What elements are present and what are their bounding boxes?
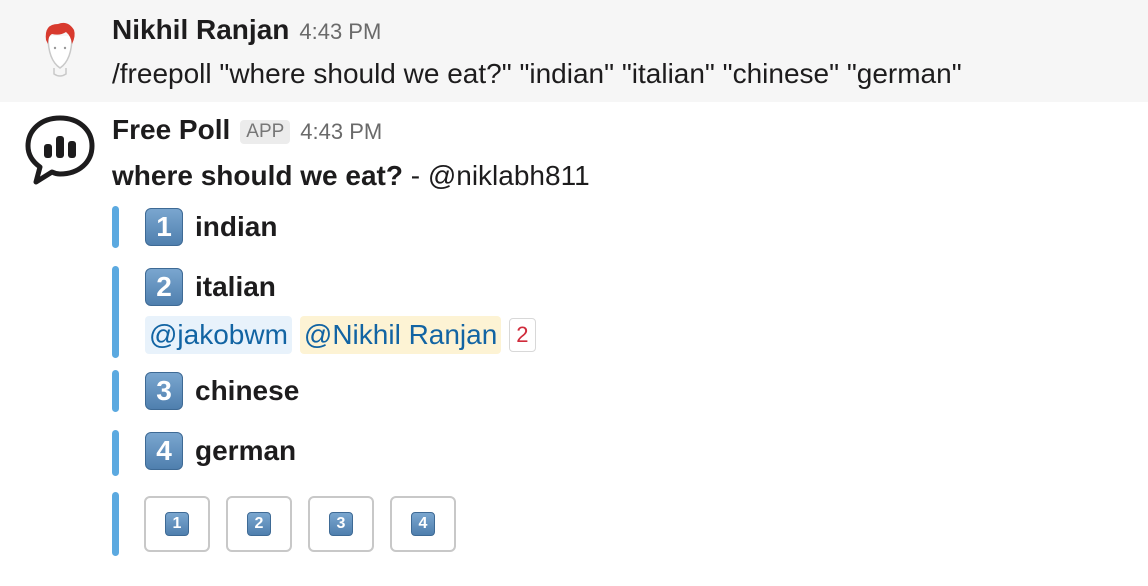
keycap-4-icon: 4 <box>411 512 435 536</box>
keycap-1-icon: 1 <box>145 208 183 246</box>
poll-question-text: where should we eat? <box>112 160 403 191</box>
author-mention[interactable]: @niklabh811 <box>428 160 590 191</box>
keycap-4-icon: 4 <box>145 432 183 470</box>
voter-mention-self[interactable]: @Nikhil Ranjan <box>299 316 502 354</box>
poll-option-3: 3 chinese <box>112 370 812 412</box>
keycap-2-icon: 2 <box>247 512 271 536</box>
keycap-2-icon: 2 <box>145 268 183 306</box>
vote-button-3[interactable]: 3 <box>308 496 374 552</box>
voter-list: @jakobwm @Nikhil Ranjan 2 <box>145 316 536 354</box>
option-label: german <box>195 435 297 466</box>
voter-mention[interactable]: @jakobwm <box>145 316 292 354</box>
poll-question: where should we eat? - @niklabh811 <box>112 160 590 192</box>
sender-name[interactable]: Nikhil Ranjan <box>112 14 289 46</box>
keycap-1-icon: 1 <box>165 512 189 536</box>
vote-buttons-row: 1 2 3 4 <box>112 492 812 556</box>
vote-button-1[interactable]: 1 <box>144 496 210 552</box>
timestamp[interactable]: 4:43 PM <box>300 119 382 145</box>
user-message: Nikhil Ranjan 4:43 PM /freepoll "where s… <box>0 0 1148 102</box>
poll-option-1: 1 indian <box>112 206 812 248</box>
message-text: /freepoll "where should we eat?" "indian… <box>112 58 962 89</box>
attachment-bar <box>112 430 119 476</box>
user-avatar-icon[interactable] <box>24 14 96 86</box>
keycap-3-icon: 3 <box>145 372 183 410</box>
bot-message-header: Free Poll APP 4:43 PM <box>112 114 382 146</box>
poll-option-2: 2 italian @jakobwm @Nikhil Ranjan 2 <box>112 266 812 358</box>
keycap-3-icon: 3 <box>329 512 353 536</box>
option-label: chinese <box>195 375 300 406</box>
attachment-bar <box>112 266 119 358</box>
poll-bot-avatar-icon[interactable] <box>24 114 96 186</box>
user-message-header: Nikhil Ranjan 4:43 PM <box>112 14 381 46</box>
vote-count-badge: 2 <box>509 318 536 352</box>
app-badge: APP <box>240 120 291 144</box>
option-label: italian <box>195 271 276 302</box>
separator: - <box>402 160 428 191</box>
attachment-bar <box>112 370 119 412</box>
vote-button-4[interactable]: 4 <box>390 496 456 552</box>
poll-option-4: 4 german <box>112 430 812 476</box>
bot-message: Free Poll APP 4:43 PM where should we ea… <box>0 102 1148 586</box>
option-label: indian <box>195 211 278 242</box>
attachment-bar <box>112 206 119 248</box>
timestamp[interactable]: 4:43 PM <box>299 19 381 45</box>
attachment-bar <box>112 492 119 556</box>
vote-button-2[interactable]: 2 <box>226 496 292 552</box>
sender-name[interactable]: Free Poll <box>112 114 230 146</box>
